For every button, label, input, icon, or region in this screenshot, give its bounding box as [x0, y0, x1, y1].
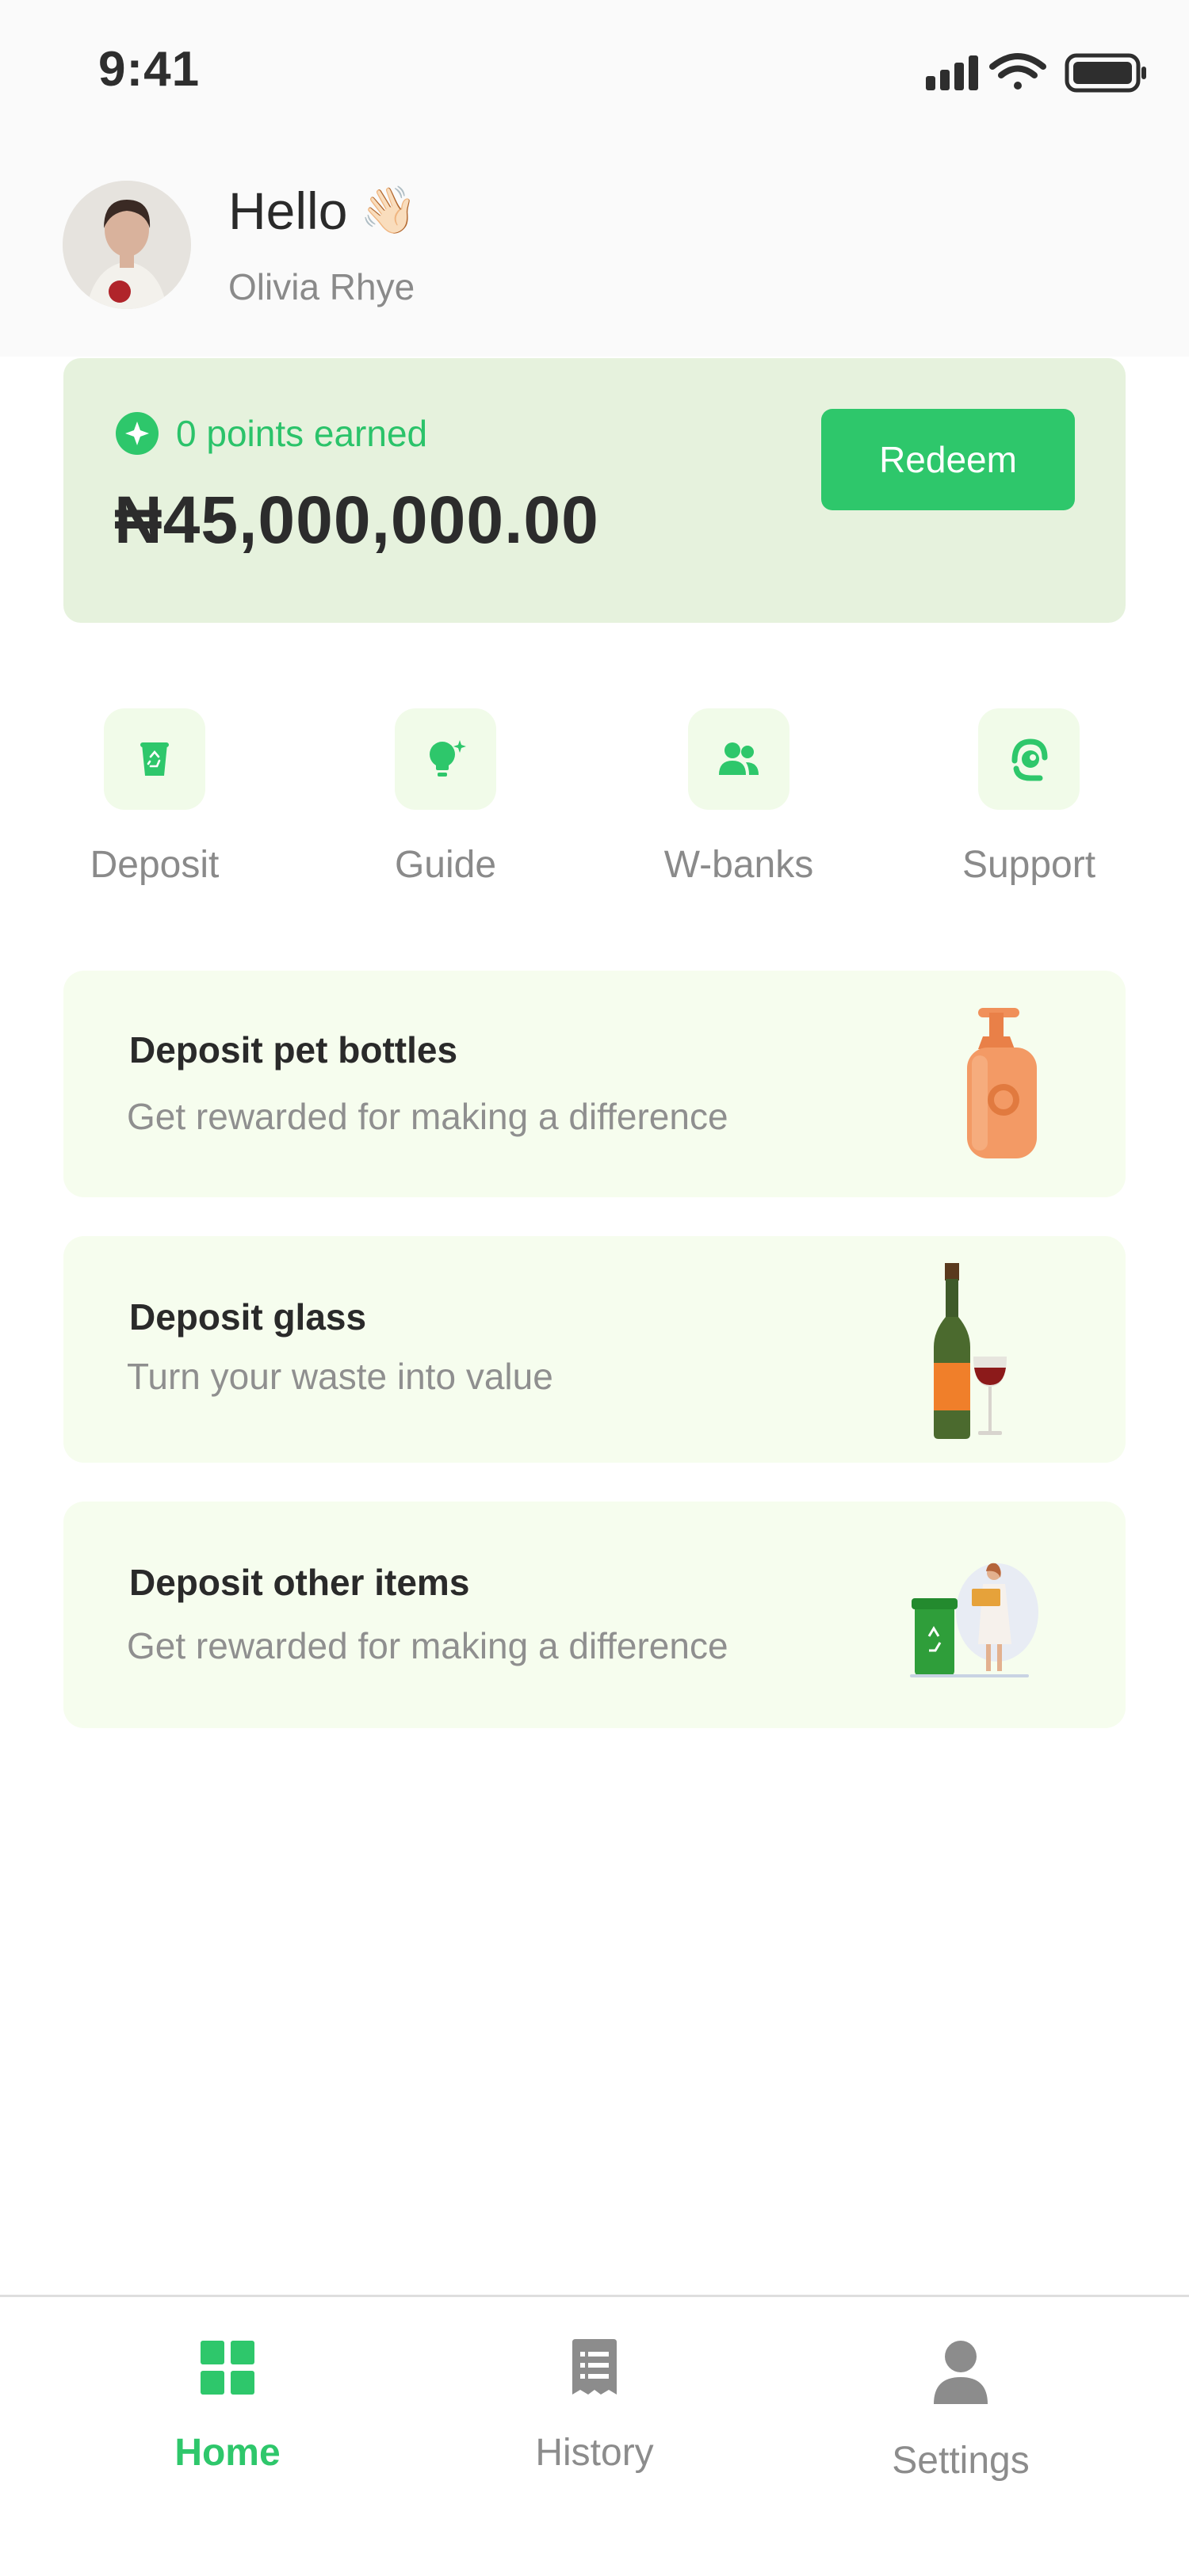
nav-label: History [535, 2432, 654, 2474]
user-name: Olivia Rhye [228, 266, 415, 307]
wave-emoji-icon: 👋🏻 [360, 185, 418, 236]
greeting: Hello 👋🏻 [228, 181, 418, 241]
deposit-card-subtitle: Turn your waste into value [127, 1356, 553, 1397]
users-icon [719, 742, 759, 775]
quick-action-icon-box [688, 708, 789, 810]
status-time: 9:41 [98, 42, 201, 97]
user-icon [934, 2341, 988, 2404]
quick-action-label: W-banks [663, 844, 814, 886]
quick-action-w-banks[interactable]: W-banks [636, 708, 842, 887]
nav-item-home[interactable]: Home [109, 2339, 346, 2475]
sparkle-icon [116, 412, 159, 455]
deposit-card-subtitle: Get rewarded for making a difference [127, 1625, 728, 1666]
avatar-photo [63, 181, 191, 309]
person-recycling-illustration [910, 1563, 1038, 1677]
deposit-card-title: Deposit other items [129, 1562, 470, 1603]
deposit-card-subtitle: Get rewarded for making a difference [127, 1096, 728, 1137]
redeem-button[interactable]: Redeem [821, 409, 1075, 510]
quick-action-label: Guide [394, 844, 497, 886]
grid-icon [201, 2341, 254, 2395]
nav-label: Home [174, 2432, 281, 2474]
deposit-card-title: Deposit glass [129, 1296, 367, 1338]
battery-icon [1065, 53, 1146, 93]
status-icons [926, 53, 1146, 93]
deposit-card-title: Deposit pet bottles [129, 1029, 458, 1070]
quick-action-icon-box [978, 708, 1080, 810]
wifi-icon [989, 53, 1046, 90]
wine-bottle-glass-illustration [934, 1263, 1007, 1439]
points-label: 0 points earned [176, 413, 428, 454]
quick-action-support[interactable]: Support [926, 708, 1132, 887]
pump-bottle-illustration [967, 1008, 1037, 1158]
nav-item-settings[interactable]: Settings [842, 2339, 1080, 2483]
nav-item-history[interactable]: History [476, 2339, 713, 2475]
headset-icon [1011, 738, 1048, 781]
quick-action-label: Support [962, 844, 1096, 886]
greeting-text: Hello [228, 181, 348, 240]
balance-amount: ₦45,000,000.00 [114, 483, 599, 557]
quick-action-icon-box [395, 708, 496, 810]
quick-action-label: Deposit [90, 844, 220, 886]
points-earned: 0 points earned [116, 412, 427, 455]
recycle-bin-icon [140, 742, 169, 776]
receipt-icon [572, 2339, 617, 2395]
signal-icon [926, 55, 978, 90]
quick-action-deposit[interactable]: Deposit [52, 708, 258, 887]
avatar[interactable] [63, 181, 191, 309]
lightbulb-icon [430, 740, 466, 777]
nav-label: Settings [892, 2440, 1030, 2482]
quick-action-guide[interactable]: Guide [342, 708, 549, 887]
quick-action-icon-box [104, 708, 205, 810]
